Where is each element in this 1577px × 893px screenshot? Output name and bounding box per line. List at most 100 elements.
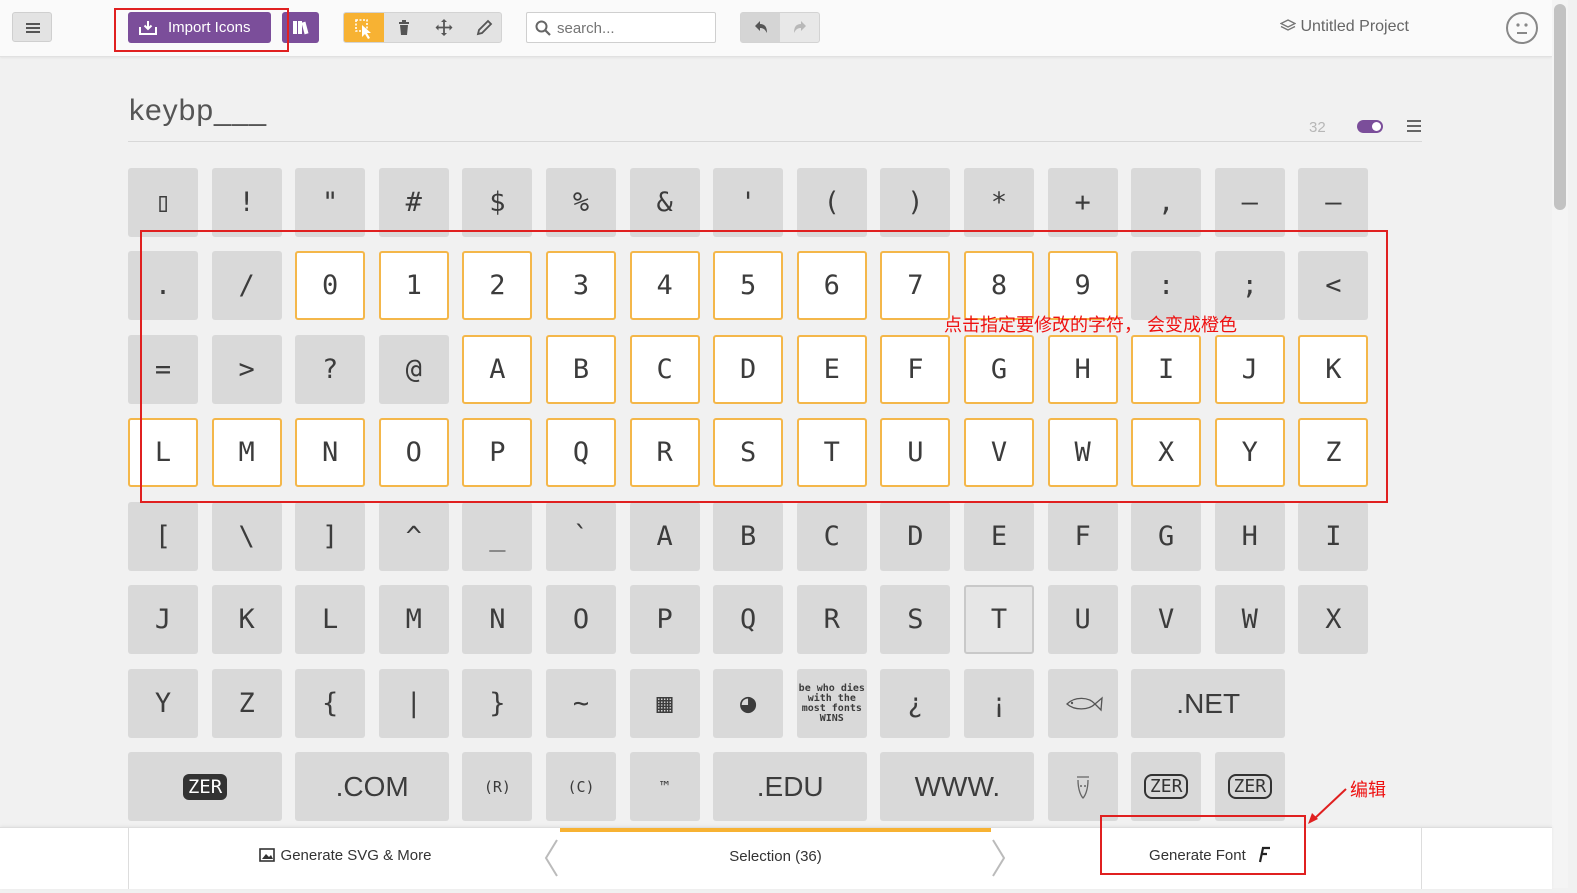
glyph-tile[interactable]: ): [880, 168, 951, 237]
glyph-char: K: [238, 604, 255, 635]
main-menu-button[interactable]: [12, 12, 52, 42]
glyph-tile[interactable]: I: [1298, 502, 1369, 571]
glyph-tile[interactable]: ZER: [128, 752, 282, 821]
icon-set-title[interactable]: keybp___: [129, 94, 267, 128]
glyph-tile[interactable]: U: [1047, 585, 1118, 654]
glyph-tile[interactable]: ¿: [880, 669, 951, 738]
glyph-tile[interactable]: #: [378, 168, 449, 237]
page-scrollbar[interactable]: [1552, 0, 1568, 888]
generate-svg-tab[interactable]: Generate SVG & More: [128, 828, 561, 889]
glyph-tile[interactable]: Z: [211, 669, 282, 738]
glyph-tile[interactable]: _: [462, 502, 533, 571]
glyph-tile[interactable]: D: [880, 502, 951, 571]
glyph-tile[interactable]: Q: [713, 585, 784, 654]
project-selector[interactable]: Untitled Project: [1279, 18, 1409, 36]
glyph-tile[interactable]: ,: [1131, 168, 1202, 237]
glyph-tile[interactable]: E: [964, 502, 1034, 571]
move-tool-button[interactable]: [424, 13, 464, 42]
skull-icon: [1076, 775, 1089, 799]
glyph-tile[interactable]: !: [211, 168, 282, 237]
glyph-tile[interactable]: ^: [378, 502, 449, 571]
glyph-tile[interactable]: X: [1298, 585, 1369, 654]
glyph-tile[interactable]: T: [964, 585, 1034, 654]
glyph-char: D: [907, 521, 924, 552]
delete-tool-button[interactable]: [384, 13, 424, 42]
glyph-tile[interactable]: N: [462, 585, 533, 654]
selection-tab[interactable]: Selection (36): [560, 828, 991, 893]
search-box: [526, 12, 716, 43]
glyph-tile[interactable]: O: [546, 585, 616, 654]
glyph-tile[interactable]: ': [713, 168, 784, 237]
neutral-face-icon: [1516, 23, 1528, 34]
glyph-tile[interactable]: .EDU: [713, 752, 868, 821]
glyph-tile[interactable]: ▦: [629, 669, 700, 738]
glyph-tile[interactable]: +: [1047, 168, 1118, 237]
glyph-tile[interactable]: ™: [629, 752, 700, 821]
glyph-tile[interactable]: –: [1214, 168, 1285, 237]
glyph-tile[interactable]: fish-glyph: [1047, 669, 1118, 738]
glyph-tile[interactable]: ▯: [128, 168, 198, 237]
redo-icon[interactable]: [781, 13, 819, 42]
glyph-tile[interactable]: M: [378, 585, 449, 654]
glyph-tile[interactable]: .COM: [295, 752, 450, 821]
glyph-tile[interactable]: |: [378, 669, 449, 738]
glyph-tile[interactable]: [: [128, 502, 198, 571]
glyph-tile[interactable]: –: [1298, 168, 1369, 237]
glyph-tile[interactable]: A: [629, 502, 700, 571]
glyph-char: I: [1325, 521, 1342, 552]
glyph-tile[interactable]: &: [629, 168, 700, 237]
move-arrows-icon: [435, 19, 453, 36]
glyph-tile[interactable]: ": [295, 168, 366, 237]
glyph-tile[interactable]: ¡: [964, 669, 1034, 738]
glyph-tile[interactable]: L: [295, 585, 366, 654]
glyph-char: ): [907, 187, 924, 218]
glyph-char: be who dies with the most fonts WINS: [798, 682, 865, 724]
glyph-tile[interactable]: (: [796, 168, 867, 237]
edit-tool-button[interactable]: [464, 13, 504, 42]
glyph-tile[interactable]: J: [128, 585, 198, 654]
glyph-tile[interactable]: be who dies with the most fonts WINS: [796, 669, 867, 738]
set-menu-icon[interactable]: [1407, 120, 1421, 132]
glyph-tile[interactable]: \: [211, 502, 282, 571]
glyph-tile[interactable]: Y: [128, 669, 198, 738]
glyph-tile[interactable]: (C): [546, 752, 616, 821]
glyph-tile[interactable]: G: [1131, 502, 1202, 571]
glyph-tile[interactable]: WWW.: [880, 752, 1035, 821]
glyph-char: O: [572, 604, 590, 635]
pencil-icon: [476, 19, 493, 36]
glyph-tile[interactable]: H: [1214, 502, 1285, 571]
user-avatar[interactable]: [1506, 12, 1538, 44]
glyph-tile[interactable]: (R): [462, 752, 533, 821]
glyph-char: R: [823, 604, 840, 635]
glyph-tile[interactable]: {: [295, 669, 366, 738]
select-tool-button[interactable]: [344, 13, 384, 42]
glyph-tile[interactable]: .NET: [1131, 669, 1286, 738]
glyph-tile[interactable]: C: [796, 502, 867, 571]
glyph-tile[interactable]: W: [1214, 585, 1285, 654]
glyph-tile[interactable]: K: [211, 585, 282, 654]
set-enabled-toggle[interactable]: [1357, 120, 1383, 133]
glyph-char: ¡: [990, 688, 1008, 719]
glyph-tile[interactable]: R: [796, 585, 867, 654]
glyph-tile[interactable]: ZER: [1131, 752, 1202, 821]
glyph-tile[interactable]: $: [462, 168, 533, 237]
glyph-tile[interactable]: ZER: [1214, 752, 1285, 821]
glyph-tile[interactable]: V: [1131, 585, 1202, 654]
glyph-tile[interactable]: B: [713, 502, 784, 571]
glyph-tile[interactable]: *: [964, 168, 1034, 237]
scrollbar-thumb[interactable]: [1554, 4, 1566, 210]
glyph-char: !: [238, 187, 255, 218]
glyph-tile[interactable]: ]: [295, 502, 366, 571]
glyph-tile[interactable]: S: [880, 585, 951, 654]
search-input[interactable]: [557, 17, 707, 39]
glyph-tile[interactable]: %: [546, 168, 616, 237]
glyph-tile[interactable]: ◕: [713, 669, 784, 738]
undo-icon[interactable]: [741, 13, 780, 42]
glyph-tile[interactable]: skull-glyph: [1047, 752, 1118, 821]
edit-tools-group: [343, 12, 502, 43]
glyph-tile[interactable]: `: [546, 502, 616, 571]
glyph-tile[interactable]: P: [629, 585, 700, 654]
glyph-tile[interactable]: }: [462, 669, 533, 738]
glyph-tile[interactable]: F: [1047, 502, 1118, 571]
glyph-tile[interactable]: ~: [546, 669, 616, 738]
